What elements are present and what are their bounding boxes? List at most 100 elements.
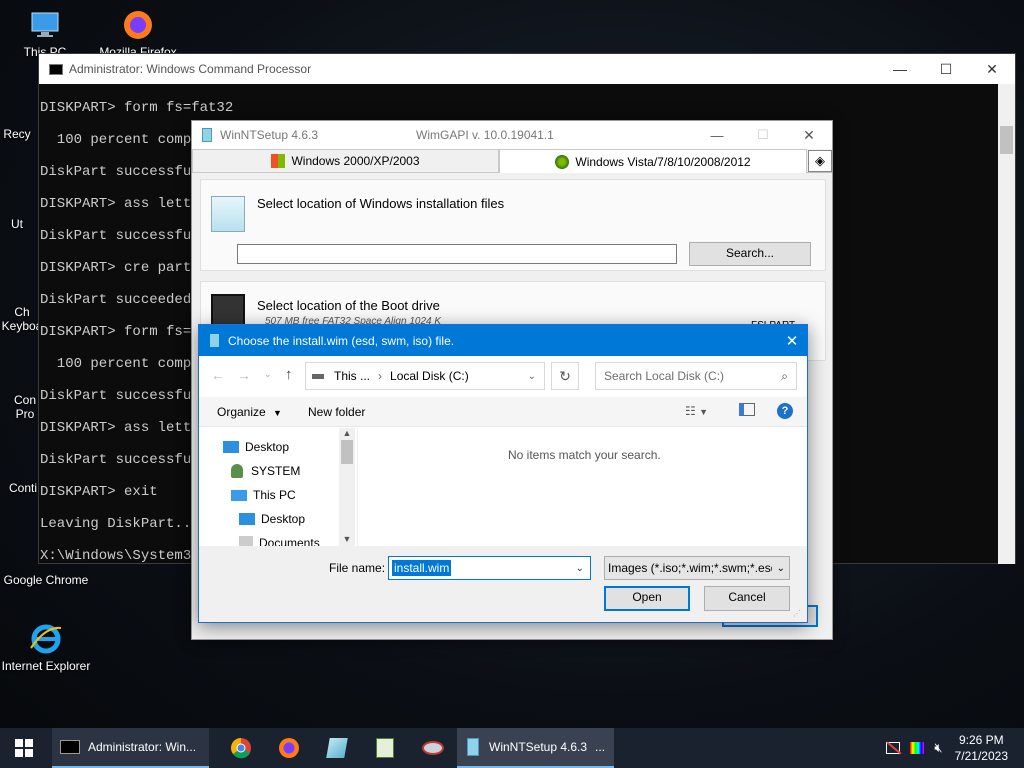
new-folder-button[interactable]: New folder bbox=[308, 405, 365, 419]
scrollbar-thumb[interactable] bbox=[1000, 126, 1013, 154]
recycle-bin-icon bbox=[0, 96, 34, 124]
cancel-button[interactable]: Cancel bbox=[704, 586, 790, 611]
refresh-button[interactable]: ↻ bbox=[551, 362, 579, 390]
file-open-dialog[interactable]: Choose the install.wim (esd, swm, iso) f… bbox=[198, 324, 808, 623]
taskbar-firefox[interactable] bbox=[269, 728, 309, 768]
breadcrumb-item[interactable]: Local Disk (C:) bbox=[390, 369, 469, 383]
nav-item-desktop[interactable]: Desktop bbox=[223, 440, 289, 454]
desktop-icon-this-pc[interactable]: This PC bbox=[0, 8, 90, 59]
cmd-icon bbox=[60, 740, 80, 754]
cmd-titlebar[interactable]: Administrator: Windows Command Processor… bbox=[39, 54, 1015, 84]
desktop-icon-ie[interactable]: Internet Explorer bbox=[1, 622, 91, 673]
nav-item-label: Desktop bbox=[245, 440, 290, 454]
cmd-scrollbar[interactable] bbox=[998, 84, 1015, 564]
winntsetup-app-icon bbox=[202, 128, 212, 142]
breadcrumb-separator-icon: › bbox=[378, 369, 383, 383]
file-list[interactable]: No items match your search. bbox=[357, 428, 807, 546]
empty-message: No items match your search. bbox=[508, 448, 661, 462]
tab-windows-vista[interactable]: Windows Vista/7/8/10/2008/2012 bbox=[499, 149, 807, 173]
dialog-close-icon[interactable]: ✕ bbox=[777, 332, 807, 350]
scrollbar-thumb[interactable] bbox=[341, 440, 353, 464]
wimgapi-version: WimGAPI v. 10.0.19041.1 bbox=[416, 128, 554, 142]
search-box[interactable]: Search Local Disk (C:) ⌕ bbox=[595, 362, 797, 390]
desktop-icon-firefox[interactable]: Mozilla Firefox bbox=[93, 8, 183, 59]
chevron-down-icon[interactable]: ⌄ bbox=[576, 563, 584, 574]
taskbar-chrome[interactable] bbox=[221, 728, 261, 768]
start-button[interactable] bbox=[0, 728, 48, 768]
install-files-panel: Select location of Windows installation … bbox=[200, 179, 826, 271]
preview-pane-icon[interactable] bbox=[739, 403, 755, 416]
resize-grip-icon[interactable]: ⋰ bbox=[793, 609, 801, 618]
maximize-button[interactable]: ☐ bbox=[923, 61, 969, 78]
navigation-pane[interactable]: Desktop SYSTEM This PC Desktop Documents bbox=[199, 428, 355, 546]
install-section-heading: Select location of Windows installation … bbox=[257, 196, 505, 211]
file-type-select[interactable]: Images (*.iso;*.wim;*.swm;*.esd ⌄ bbox=[604, 556, 790, 580]
settings-icon[interactable]: ◈ bbox=[808, 150, 832, 172]
taskbar-app-label: Administrator: Win... bbox=[88, 740, 197, 754]
control-icon bbox=[6, 450, 40, 478]
taskbar-notepad[interactable] bbox=[365, 728, 405, 768]
nav-item-system[interactable]: SYSTEM bbox=[231, 464, 300, 478]
file-name-input[interactable]: install.wim bbox=[392, 560, 452, 576]
open-button[interactable]: Open bbox=[604, 586, 690, 611]
search-input[interactable]: Search Local Disk (C:) bbox=[604, 369, 724, 383]
network-icon[interactable] bbox=[886, 741, 902, 755]
winntsetup-app-icon bbox=[467, 738, 479, 756]
search-button[interactable]: Search... bbox=[689, 242, 811, 266]
minimize-button[interactable]: — bbox=[877, 61, 923, 78]
clock[interactable]: 9:26 PM 7/21/2023 bbox=[955, 732, 1008, 764]
scroll-down-icon[interactable]: ▼ bbox=[339, 534, 355, 544]
tab-windows-xp[interactable]: Windows 2000/XP/2003 bbox=[192, 149, 499, 173]
winntsetup-titlebar[interactable]: WinNTSetup 4.6.3 WimGAPI v. 10.0.19041.1… bbox=[192, 121, 832, 149]
taskbar: Administrator: Win... WinNTSetup 4.6.3 .… bbox=[0, 728, 1024, 768]
notepad-icon bbox=[376, 738, 394, 758]
file-name-combobox[interactable]: install.wim ⌄ bbox=[388, 556, 591, 580]
taskbar-disk-tool[interactable] bbox=[413, 728, 453, 768]
desktop-folder-icon bbox=[239, 513, 255, 525]
control-panel-icon bbox=[8, 360, 42, 390]
internet-explorer-icon bbox=[29, 622, 63, 656]
nav-pane-scrollbar[interactable]: ▲ ▼ bbox=[339, 428, 355, 546]
desktop-folder-icon bbox=[223, 441, 239, 453]
recent-dropdown-icon[interactable]: ⌄ bbox=[264, 369, 272, 380]
nav-item-label: Desktop bbox=[261, 512, 306, 526]
windows-xp-logo-icon bbox=[271, 154, 286, 168]
taskbar-app-winntsetup[interactable]: WinNTSetup 4.6.3 ... bbox=[457, 728, 614, 768]
dialog-titlebar[interactable]: Choose the install.wim (esd, swm, iso) f… bbox=[199, 325, 807, 356]
forward-icon[interactable]: → bbox=[237, 367, 251, 383]
display-color-icon[interactable] bbox=[910, 742, 925, 754]
taskbar-wim-tool[interactable] bbox=[317, 728, 357, 768]
dialog-app-icon bbox=[210, 334, 219, 347]
nav-item-desktop-sub[interactable]: Desktop bbox=[239, 512, 305, 526]
nav-item-this-pc[interactable]: This PC bbox=[231, 488, 296, 502]
up-icon[interactable]: ↑ bbox=[285, 366, 293, 383]
boot-section-heading: Select location of the Boot drive bbox=[257, 298, 440, 313]
taskbar-app-cmd[interactable]: Administrator: Win... bbox=[52, 728, 209, 768]
install-path-input[interactable] bbox=[237, 244, 677, 264]
breadcrumb-item[interactable]: This ... bbox=[334, 369, 370, 383]
file-type-value: Images (*.iso;*.wim;*.swm;*.esd bbox=[608, 561, 772, 575]
address-bar[interactable]: This ... › Local Disk (C:) ⌄ bbox=[305, 362, 545, 390]
help-icon[interactable]: ? bbox=[777, 403, 793, 419]
volume-muted-icon[interactable]: 🔇︎ bbox=[934, 740, 942, 756]
desktop-icon-label: Internet Explorer bbox=[1, 659, 91, 673]
search-icon[interactable]: ⌕ bbox=[781, 369, 788, 384]
minimize-button[interactable]: — bbox=[694, 128, 740, 143]
disk-tool-icon bbox=[422, 741, 444, 755]
scroll-up-icon[interactable]: ▲ bbox=[339, 428, 355, 438]
cmd-icon bbox=[49, 63, 63, 75]
utility-icon bbox=[0, 184, 34, 214]
chrome-icon bbox=[231, 738, 251, 759]
cmd-title: Administrator: Windows Command Processor bbox=[69, 62, 312, 76]
close-button[interactable]: ✕ bbox=[969, 61, 1015, 78]
tab-label: Windows 2000/XP/2003 bbox=[291, 154, 420, 168]
maximize-button[interactable]: ☐ bbox=[740, 127, 786, 143]
view-options-icon[interactable]: ☷ ▼ bbox=[685, 404, 708, 418]
clock-time: 9:26 PM bbox=[958, 733, 1004, 747]
chevron-down-icon[interactable]: ⌄ bbox=[528, 371, 536, 382]
close-button[interactable]: ✕ bbox=[786, 127, 832, 144]
nav-item-documents[interactable]: Documents bbox=[239, 536, 320, 546]
organize-menu[interactable]: Organize ▼ bbox=[217, 405, 282, 419]
back-icon[interactable]: ← bbox=[211, 367, 225, 383]
desktop-icon-label: Con Pro bbox=[13, 393, 36, 421]
